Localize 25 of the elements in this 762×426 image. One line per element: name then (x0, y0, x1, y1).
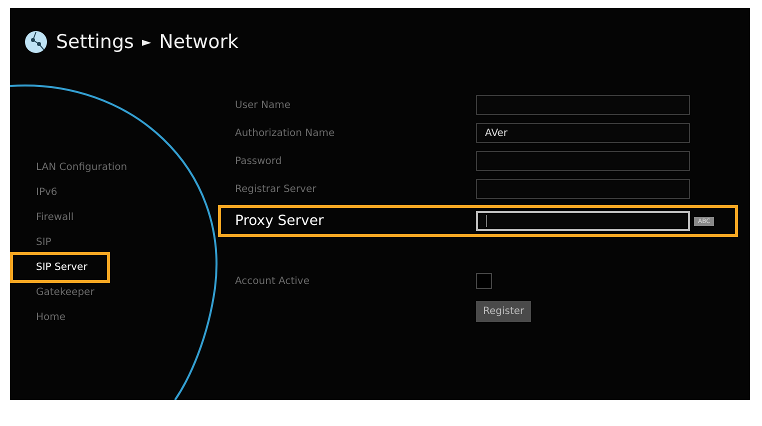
field-label: Registrar Server (235, 184, 318, 194)
sidebar-item[interactable]: SIP (36, 230, 52, 255)
text-cursor (486, 215, 487, 227)
header-title: Settings (56, 31, 134, 53)
sidebar-item[interactable]: Gatekeeper (36, 280, 94, 305)
sidebar-item[interactable]: IPv6 (36, 180, 58, 205)
field-label: Password (235, 156, 283, 166)
sidebar-item[interactable]: SIP Server (10, 252, 110, 283)
register-button[interactable]: Register (476, 301, 532, 322)
input-field[interactable] (476, 179, 690, 199)
input-field[interactable] (476, 95, 690, 115)
input-field[interactable]: AVer (476, 123, 690, 143)
field-label: Proxy Server (235, 213, 325, 229)
sidebar-item[interactable]: Home (36, 305, 66, 330)
sidebar-item[interactable]: LAN Configuration (36, 155, 128, 180)
sidebar-item[interactable]: Firewall (36, 205, 74, 230)
field-label: Account Active (235, 276, 310, 286)
field-label: Authorization Name (235, 128, 336, 138)
field-label: User Name (235, 100, 292, 110)
header-subtitle: Network (159, 31, 239, 53)
breadcrumb-separator: ► (142, 35, 152, 49)
globe-icon (24, 30, 48, 54)
input-field[interactable] (476, 151, 690, 171)
checkbox[interactable] (476, 273, 492, 289)
input-field[interactable] (476, 211, 690, 231)
